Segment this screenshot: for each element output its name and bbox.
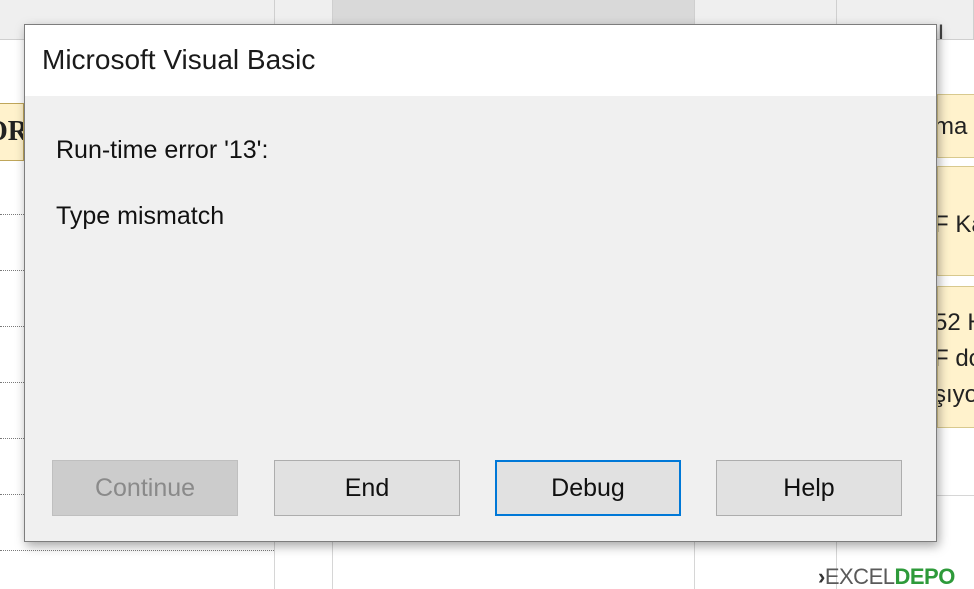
grid-line [0, 382, 24, 383]
cell-right-text: F do [938, 345, 974, 372]
grid-line [0, 438, 24, 439]
cell-right-text: şıyo [938, 381, 974, 408]
cell-right-partial[interactable]: ma [937, 94, 974, 158]
screen: F G H I OR ma F Ka 52 H [0, 0, 974, 589]
logo-text-excel: EXCEL [824, 564, 895, 589]
cell-right-partial[interactable]: F Ka [937, 166, 974, 276]
help-button[interactable]: Help [716, 460, 902, 516]
dialog-titlebar[interactable]: Microsoft Visual Basic [25, 25, 936, 96]
logo-mark-icon: › [818, 564, 825, 589]
cell-right-text: ma [937, 113, 968, 140]
grid-line [0, 494, 24, 495]
continue-button: Continue [52, 460, 238, 516]
grid-line [937, 495, 974, 496]
grid-line [0, 214, 24, 215]
dialog-title: Microsoft Visual Basic [42, 44, 316, 75]
cell-right-partial[interactable]: 52 H F do şıyo [937, 286, 974, 428]
debug-button[interactable]: Debug [495, 460, 681, 516]
column-header-i-label: I [937, 20, 945, 40]
logo-text-depo: DEPO [894, 564, 955, 589]
grid-line [0, 270, 24, 271]
error-dialog: Microsoft Visual Basic Run-time error '1… [24, 24, 937, 542]
cell-left-partial[interactable]: OR [0, 103, 24, 161]
cell-left-text: OR [0, 116, 23, 147]
grid-line [0, 550, 274, 551]
cell-right-text: 52 H [938, 309, 974, 336]
excel-depo-logo: ›EXCELDEPO [818, 564, 955, 589]
grid-line [0, 326, 24, 327]
end-button[interactable]: End [274, 460, 460, 516]
cell-right-text: F Ka [938, 211, 974, 238]
error-code-text: Run-time error '13': [56, 136, 269, 164]
error-detail-text: Type mismatch [56, 202, 225, 230]
